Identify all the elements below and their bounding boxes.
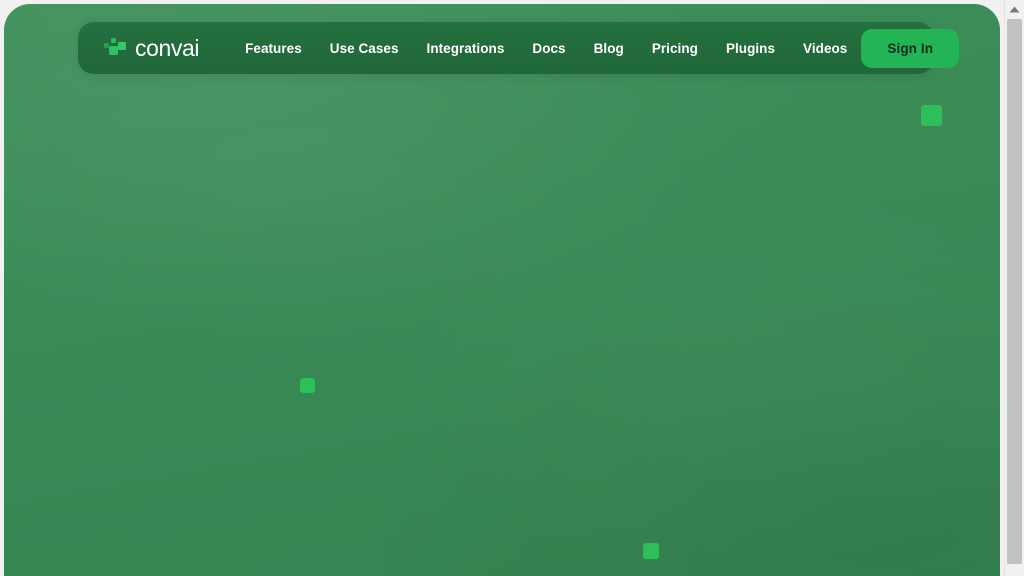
sign-in-button[interactable]: Sign In: [861, 28, 960, 68]
nav-link-blog[interactable]: Blog: [580, 33, 638, 64]
deco-square-bottom-center: [643, 543, 659, 559]
convai-logo[interactable]: convai: [104, 34, 200, 61]
nav-link-videos[interactable]: Videos: [789, 33, 861, 64]
scroll-up-button[interactable]: [1005, 0, 1024, 17]
vertical-scrollbar[interactable]: [1004, 0, 1024, 576]
nav-link-docs[interactable]: Docs: [518, 33, 579, 64]
nav-link-use-cases[interactable]: Use Cases: [316, 33, 413, 64]
page-canvas: convai Features Use Cases Integrations D…: [4, 4, 1000, 576]
nav-link-pricing[interactable]: Pricing: [638, 33, 712, 64]
page-background-texture: [4, 4, 1000, 576]
browser-viewport-shell: convai Features Use Cases Integrations D…: [0, 0, 1024, 576]
scroll-thumb[interactable]: [1007, 19, 1022, 564]
nav-link-features[interactable]: Features: [231, 33, 316, 64]
deco-square-top-right: [921, 105, 942, 126]
site-navbar: convai Features Use Cases Integrations D…: [78, 22, 960, 74]
triangle-up-icon: [1009, 6, 1020, 13]
nav-link-plugins[interactable]: Plugins: [712, 33, 789, 64]
deco-square-middle-left: [300, 378, 315, 393]
nav-link-integrations[interactable]: Integrations: [413, 33, 519, 64]
convai-squares-logo-icon: [104, 38, 126, 58]
convai-wordmark: convai: [135, 34, 200, 61]
navbar-links: Features Use Cases Integrations Docs Blo…: [231, 33, 861, 64]
